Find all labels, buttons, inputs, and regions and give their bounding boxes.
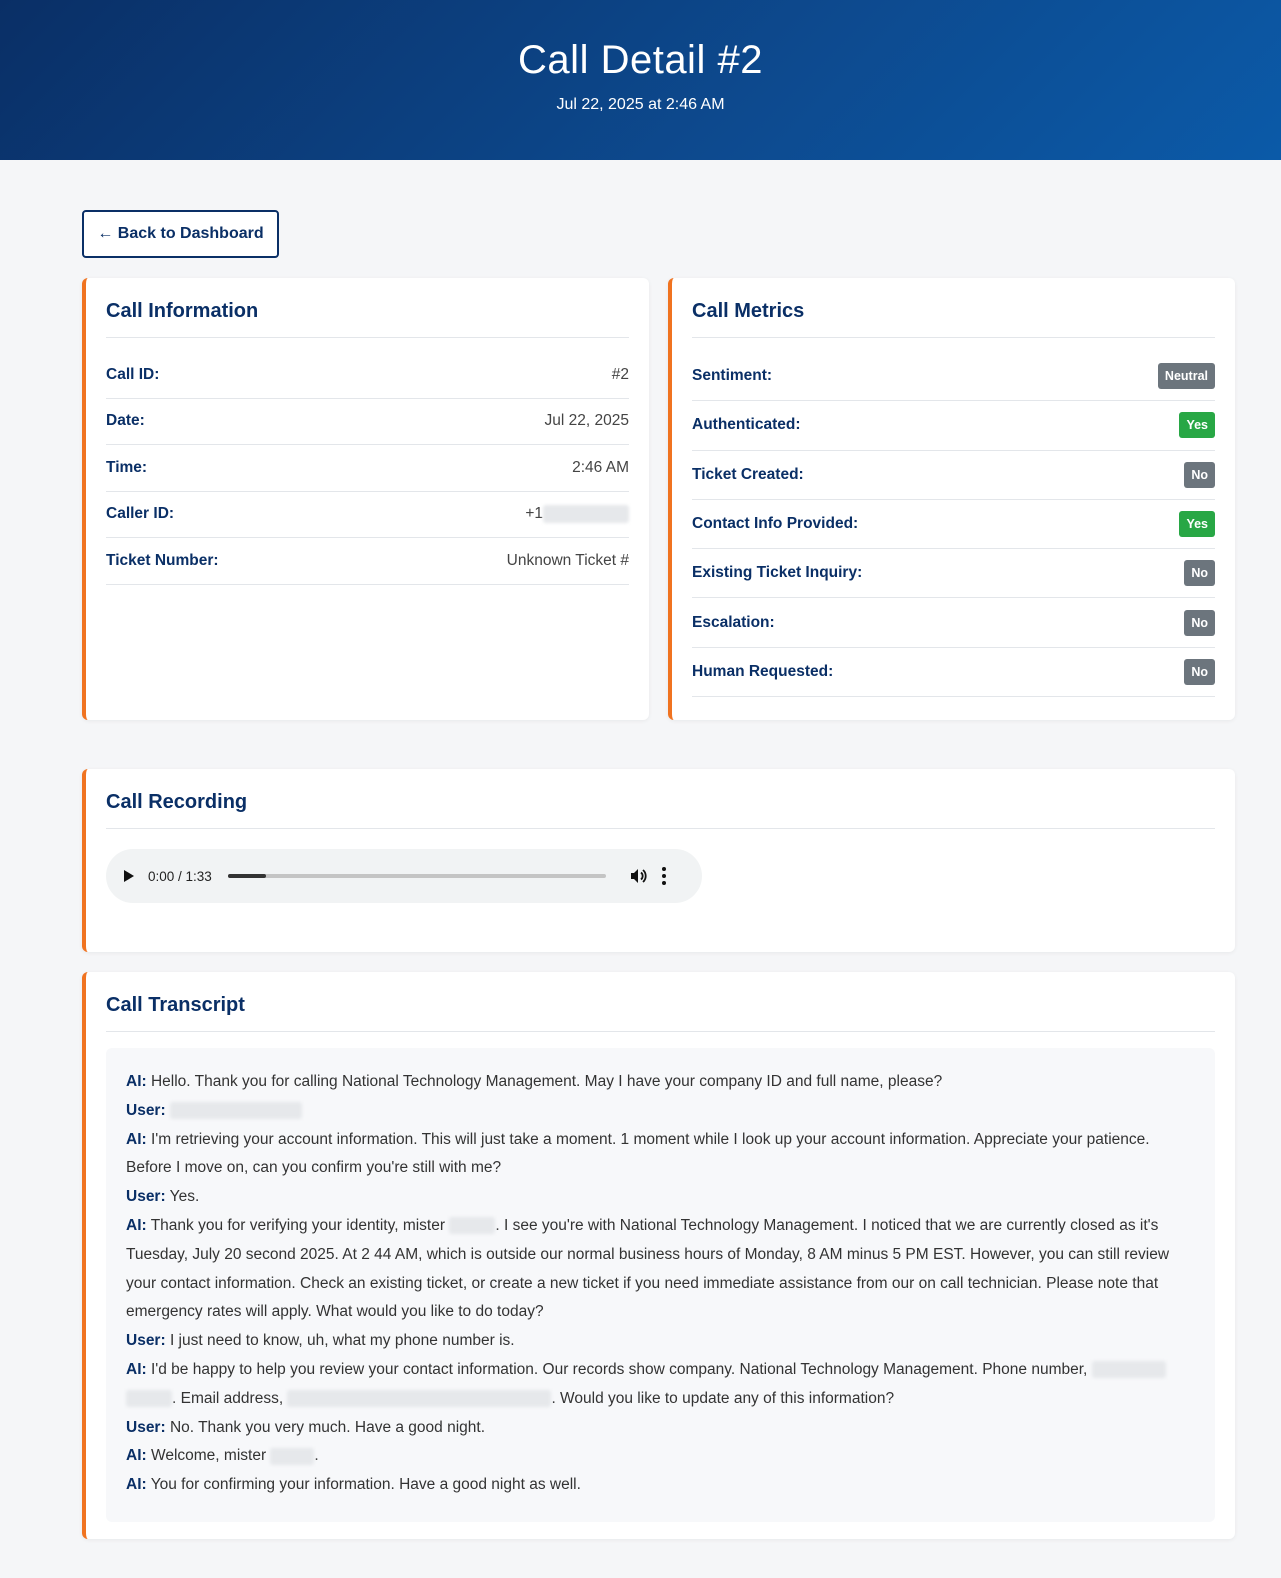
info-label: Time: <box>106 458 148 476</box>
metric-row-human-requested: Human Requested: No <box>692 648 1215 698</box>
metric-label: Human Requested: <box>692 662 834 680</box>
transcript-line: AI: You for confirming your information.… <box>126 1476 581 1494</box>
metric-label: Escalation: <box>692 613 775 631</box>
call-transcript-card: Call Transcript AI: Hello. Thank you for… <box>82 972 1235 1539</box>
metric-label: Existing Ticket Inquiry: <box>692 564 863 582</box>
transcript-line: AI: Hello. Thank you for calling Nationa… <box>126 1073 943 1090</box>
play-icon[interactable] <box>124 870 134 882</box>
info-label: Call ID: <box>106 365 160 383</box>
audio-player: 0:00 / 1:33 <box>106 849 702 903</box>
status-badge: No <box>1184 461 1215 488</box>
metric-row-ticket-created: Ticket Created: No <box>692 451 1215 500</box>
call-recording-card: Call Recording 0:00 / 1:33 <box>82 769 1235 952</box>
audio-progress-fill <box>227 874 266 878</box>
more-options-icon[interactable] <box>661 867 666 885</box>
info-value: Unknown Ticket # <box>506 551 629 569</box>
audio-time: 0:00 / 1:33 <box>148 868 212 884</box>
status-badge: No <box>1184 560 1215 587</box>
metric-label: Authenticated: <box>692 416 801 434</box>
transcript-box: AI: Hello. Thank you for calling Nationa… <box>106 1048 1215 1522</box>
redacted-text <box>270 1447 315 1465</box>
call-metrics-card: Call Metrics Sentiment: Neutral Authenti… <box>668 278 1235 720</box>
redacted-text <box>126 1390 172 1408</box>
info-row-caller-id: Caller ID: +1 <box>106 492 629 538</box>
call-metrics-title: Call Metrics <box>692 300 1215 338</box>
metric-row-existing-ticket: Existing Ticket Inquiry: No <box>692 549 1215 599</box>
page-header: Call Detail #2 Jul 22, 2025 at 2:46 AM <box>0 0 1281 160</box>
transcript-line: User: No. Thank you very much. Have a go… <box>126 1418 486 1436</box>
info-row-date: Date: Jul 22, 2025 <box>106 399 629 445</box>
call-information-card: Call Information Call ID: #2 Date: Jul 2… <box>82 278 649 720</box>
metric-label: Contact Info Provided: <box>692 515 859 533</box>
info-value: +1 <box>525 505 543 523</box>
transcript-line: User: Yes. <box>126 1188 200 1206</box>
transcript-line: AI: Thank you for verifying your identit… <box>126 1216 1170 1321</box>
metric-label: Ticket Created: <box>692 465 804 483</box>
redacted-text <box>169 1102 302 1120</box>
transcript-line: User: <box>126 1097 1195 1126</box>
call-transcript-title: Call Transcript <box>106 994 1215 1032</box>
info-row-call-id: Call ID: #2 <box>106 352 629 399</box>
redacted-text <box>449 1217 496 1235</box>
status-badge: Yes <box>1179 412 1215 439</box>
transcript-line: AI: I'm retrieving your account informat… <box>126 1130 1150 1177</box>
status-badge: Neutral <box>1157 363 1215 390</box>
transcript-line: User: I just need to know, uh, what my p… <box>126 1332 515 1350</box>
call-information-title: Call Information <box>106 300 629 338</box>
transcript-line: AI: Welcome, mister . <box>126 1447 319 1465</box>
call-recording-title: Call Recording <box>106 791 1215 829</box>
metric-row-authenticated: Authenticated: Yes <box>692 401 1215 451</box>
metrics-list: Sentiment: Neutral Authenticated: Yes Ti… <box>692 352 1215 698</box>
metric-row-contact-info: Contact Info Provided: Yes <box>692 500 1215 550</box>
info-row-time: Time: 2:46 AM <box>106 445 629 492</box>
redacted-text <box>287 1390 552 1408</box>
info-row-ticket-number: Ticket Number: Unknown Ticket # <box>106 538 629 585</box>
info-label: Date: <box>106 412 145 430</box>
status-badge: No <box>1184 609 1215 636</box>
volume-icon[interactable] <box>630 868 648 884</box>
info-value: 2:46 AM <box>572 458 629 476</box>
page-title: Call Detail #2 <box>518 38 763 82</box>
metric-label: Sentiment: <box>692 367 773 385</box>
metric-row-sentiment: Sentiment: Neutral <box>692 352 1215 402</box>
info-label: Caller ID: <box>106 505 175 523</box>
audio-progress-bar[interactable] <box>227 874 606 878</box>
redacted-text <box>1091 1361 1166 1379</box>
status-badge: Yes <box>1179 511 1215 538</box>
caller-id-value-wrap: +1 <box>525 505 629 524</box>
transcript-line: AI: I'd be happy to help you review your… <box>126 1356 1195 1414</box>
back-to-dashboard-button[interactable]: ← Back to Dashboard <box>82 210 279 258</box>
redacted-phone <box>543 505 629 524</box>
info-label: Ticket Number: <box>106 551 219 569</box>
info-value: #2 <box>611 365 629 383</box>
info-value: Jul 22, 2025 <box>544 412 629 430</box>
metric-row-escalation: Escalation: No <box>692 598 1215 648</box>
status-badge: No <box>1184 658 1215 685</box>
page-subtitle: Jul 22, 2025 at 2:46 AM <box>556 96 725 113</box>
